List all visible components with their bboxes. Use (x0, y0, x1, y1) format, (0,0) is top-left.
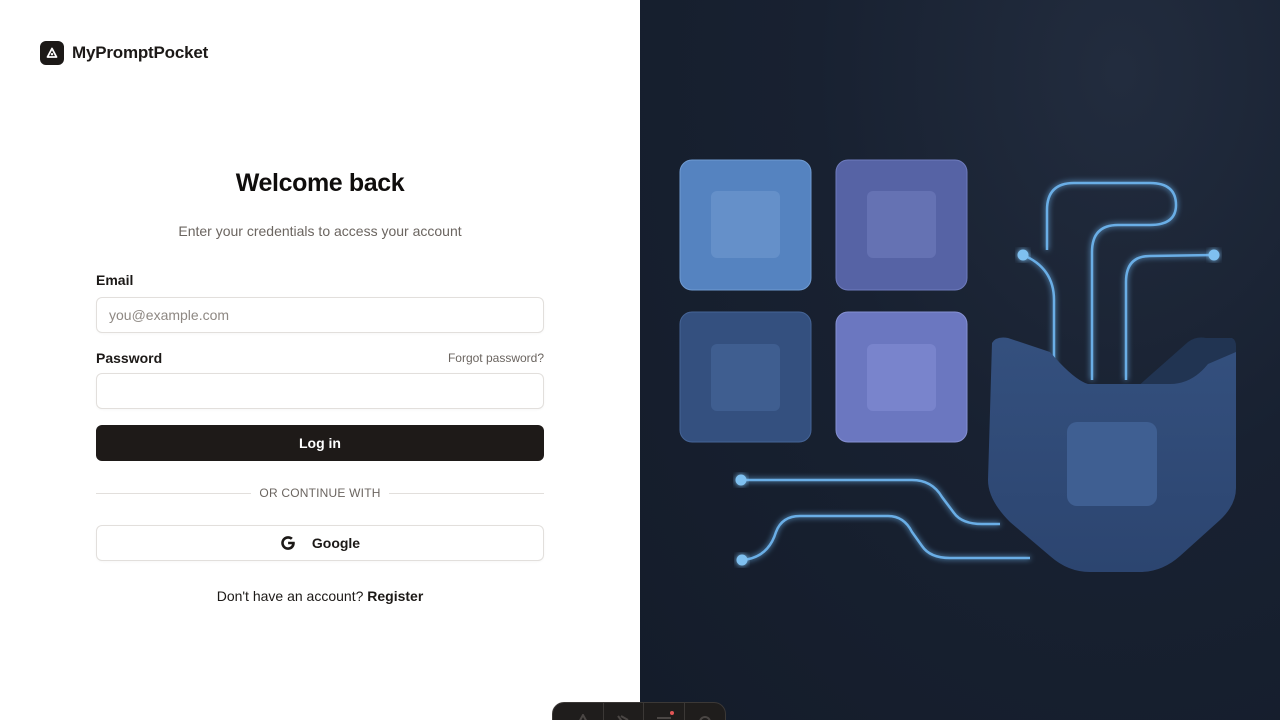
dock-brand-button[interactable] (563, 703, 604, 720)
email-label: Email (96, 272, 134, 288)
no-account-text: Don't have an account? (216, 588, 364, 604)
illustration-panel (640, 0, 1280, 720)
page-title: Welcome back (235, 169, 405, 197)
circuit-node (735, 474, 747, 486)
circuit-node (736, 554, 748, 566)
divider-line-left (96, 492, 252, 494)
google-icon (280, 535, 296, 551)
pocket-card (1067, 422, 1157, 506)
register-link[interactable]: Register (367, 588, 423, 604)
login-button[interactable]: Log in (96, 425, 544, 461)
register-prompt: Don't have an account? Register (96, 588, 544, 604)
brand-logo-icon (40, 40, 64, 65)
login-panel: MyPromptPocket Welcome back Enter your c… (0, 0, 640, 720)
google-button-label: Google (311, 535, 361, 551)
floating-toolbar (552, 702, 726, 720)
google-signin-button[interactable]: Google (96, 525, 544, 561)
circuit-node (1017, 249, 1029, 261)
pocket-illustration (679, 159, 1236, 572)
password-field[interactable] (96, 373, 544, 409)
tile-top-right (835, 159, 968, 291)
brand-link[interactable]: MyPromptPocket (40, 40, 208, 65)
page-subtitle: Enter your credentials to access your ac… (178, 223, 462, 239)
tile-bottom-right (835, 311, 968, 443)
circuit-node (1208, 249, 1220, 261)
divider-line-right (388, 492, 545, 494)
tile-bottom-left (679, 311, 812, 443)
circuit-lines-bottom (741, 478, 1030, 562)
forgot-password-link[interactable]: Forgot password? (448, 351, 544, 365)
notification-dot (669, 711, 674, 715)
dock-settings-button[interactable] (685, 703, 725, 720)
brand-mark-icon (576, 711, 590, 720)
email-field[interactable] (96, 297, 544, 333)
pointer-tool-icon (615, 711, 631, 720)
brand-name: MyPromptPocket (72, 42, 209, 62)
login-form: Welcome back Enter your credentials to a… (96, 165, 545, 604)
dock-pointer-button[interactable] (604, 703, 645, 720)
gear-icon (697, 711, 713, 720)
divider-label: OR CONTINUE WITH (259, 486, 381, 500)
tile-top-left (679, 159, 812, 291)
dock-menu-button[interactable] (644, 703, 685, 720)
password-label: Password (96, 350, 163, 366)
divider: OR CONTINUE WITH (96, 485, 545, 501)
